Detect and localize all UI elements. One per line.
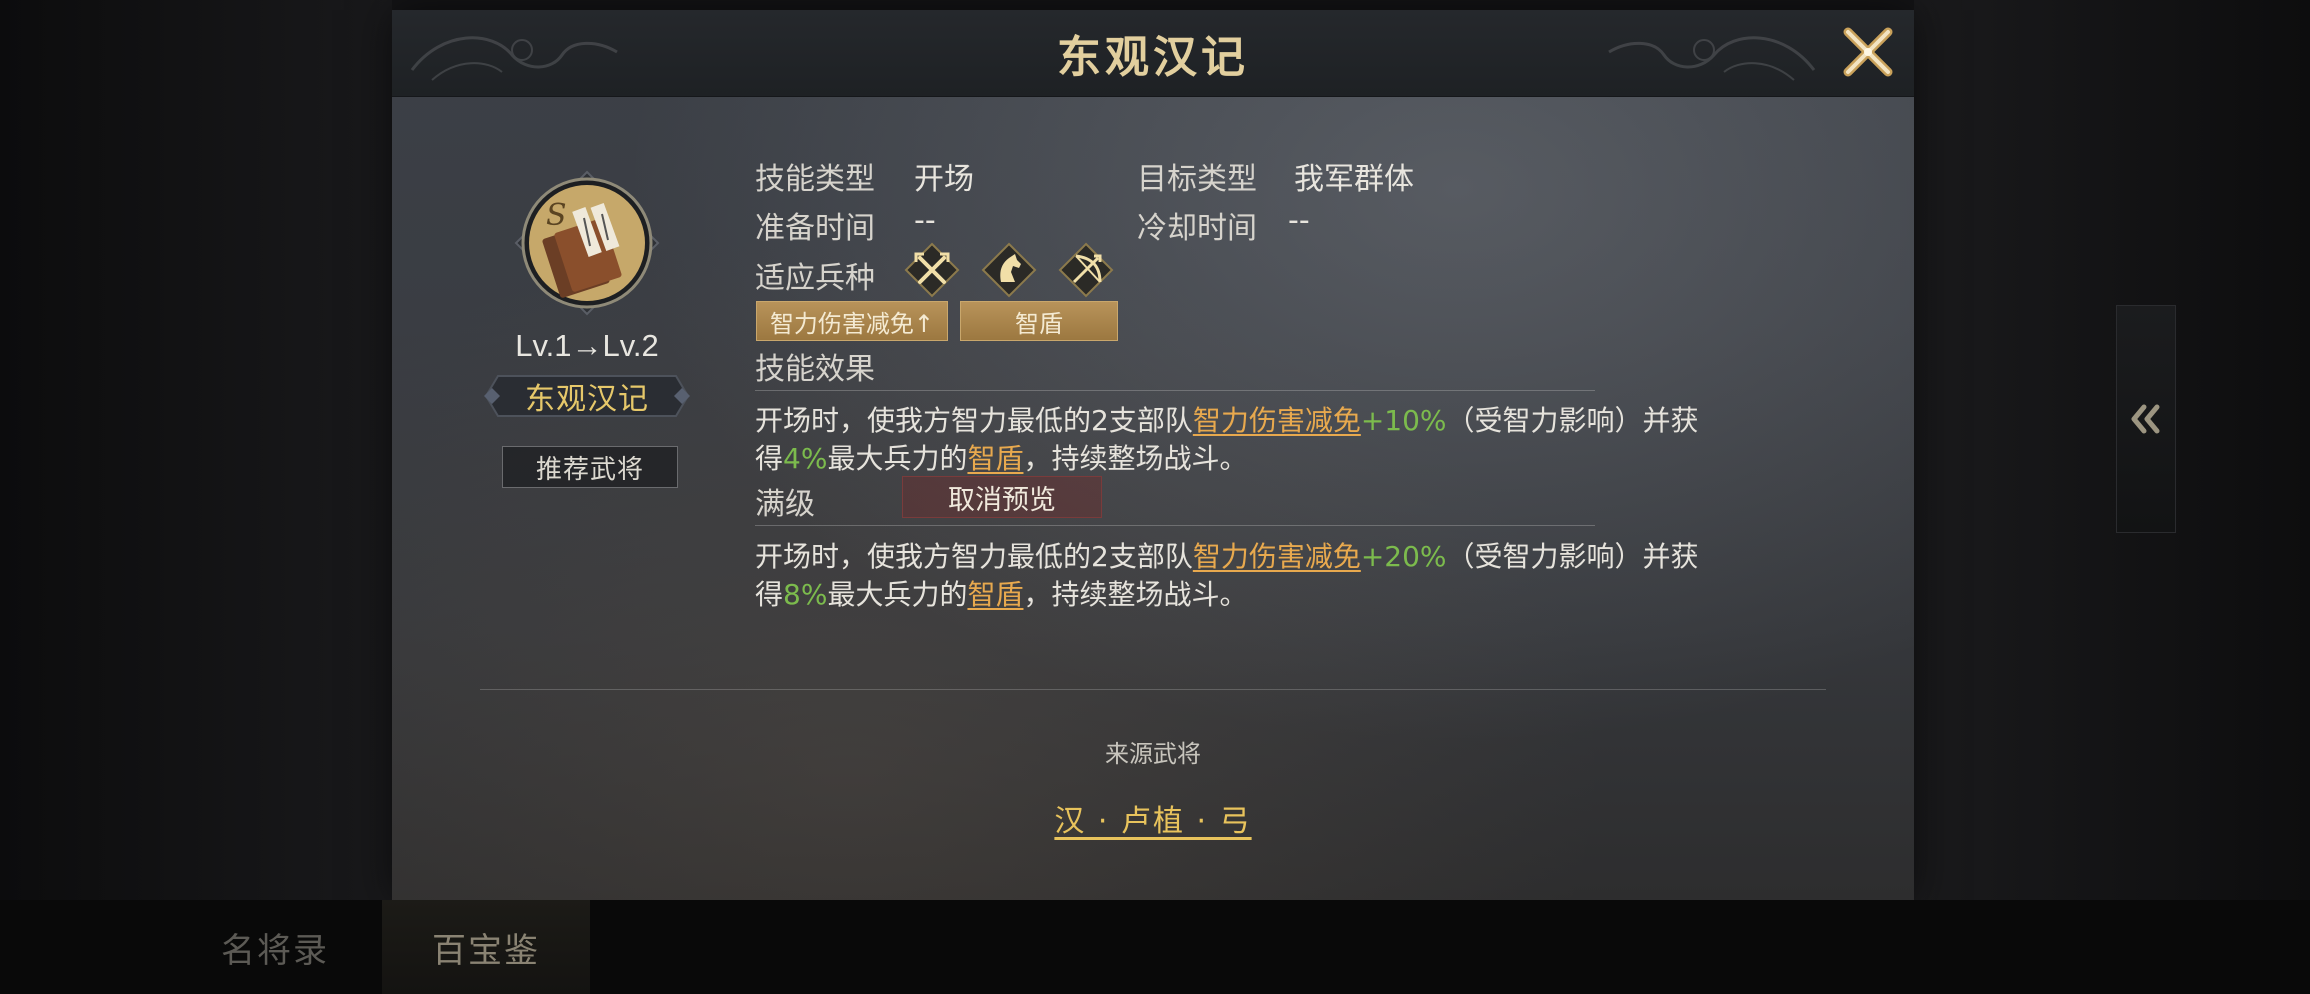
skill-name: 东观汉记 — [525, 382, 649, 417]
effect-value: +20% — [1360, 540, 1447, 573]
spear-icon[interactable] — [904, 242, 960, 298]
troop-type-label: 适应兵种 — [755, 261, 875, 296]
source-general-title: 来源武将 — [1105, 740, 1201, 768]
screen: 东观汉记 S Lv.1→Lv.2 东观汉记 推荐武将 技能类型 开场 目标类型 … — [0, 0, 2310, 994]
skill-name-plate: 东观汉记 — [484, 372, 690, 420]
dialog-header: 东观汉记 — [392, 10, 1914, 97]
skill-level-text: Lv.1→Lv.2 — [515, 328, 659, 363]
effect-max-line-1: 开场时，使我方智力最低的2支部队智力伤害减免+20%（受智力影响）并获 — [755, 535, 1699, 575]
effect-text: 得 — [755, 578, 784, 611]
background-right — [1914, 0, 2310, 900]
keyword-link-int-damage-reduction[interactable]: 智力伤害减免 — [1193, 540, 1361, 573]
skill-effect-title: 技能效果 — [755, 352, 875, 387]
target-type-value: 我军群体 — [1294, 162, 1414, 197]
tab-treasure-catalog[interactable]: 百宝鉴 — [382, 900, 590, 994]
effect-text: 得 — [755, 442, 784, 475]
effect-value: +10% — [1360, 404, 1447, 437]
side-panel-expand-button[interactable] — [2116, 305, 2176, 533]
keyword-link-int-shield[interactable]: 智盾 — [967, 442, 1023, 475]
tag-int-shield[interactable]: 智盾 — [960, 301, 1118, 341]
effect-value: 4% — [783, 442, 828, 475]
effect-text: 开场时，使我方智力最低的2支部队 — [755, 540, 1193, 573]
cooldown-value: -- — [1288, 203, 1310, 238]
skill-grade: S — [546, 198, 567, 233]
effect-current-line-2: 得4%最大兵力的智盾，持续整场战斗。 — [755, 437, 1247, 477]
double-chevron-left-icon — [2131, 404, 2160, 434]
keyword-link-int-shield[interactable]: 智盾 — [967, 578, 1023, 611]
effect-max-line-2: 得8%最大兵力的智盾，持续整场战斗。 — [755, 573, 1247, 613]
archer-icon[interactable] — [1058, 242, 1114, 298]
skill-detail-dialog: 东观汉记 S Lv.1→Lv.2 东观汉记 推荐武将 技能类型 开场 目标类型 … — [392, 10, 1914, 900]
effect-text: ，持续整场战斗。 — [1023, 578, 1248, 611]
background-left — [0, 0, 392, 900]
effect-value: 8% — [783, 578, 828, 611]
prep-time-value: -- — [914, 203, 936, 238]
effect-divider — [755, 390, 1595, 391]
effect-text: （受智力影响）并获 — [1446, 540, 1699, 573]
effect-text: 最大兵力的 — [827, 442, 968, 475]
target-type-label: 目标类型 — [1137, 162, 1257, 197]
scroll-book-icon — [514, 170, 660, 316]
effect-text: 最大兵力的 — [827, 578, 968, 611]
effect-current-line-1: 开场时，使我方智力最低的2支部队智力伤害减免+10%（受智力影响）并获 — [755, 399, 1699, 439]
skill-type-value: 开场 — [914, 162, 974, 197]
dialog-title: 东观汉记 — [1057, 32, 1249, 83]
tab-famous-generals[interactable]: 名将录 — [180, 900, 370, 994]
effect-text: （受智力影响）并获 — [1446, 404, 1699, 437]
source-divider — [480, 689, 1826, 690]
cooldown-label: 冷却时间 — [1137, 211, 1257, 246]
cancel-preview-button[interactable]: 取消预览 — [902, 476, 1102, 518]
close-icon[interactable] — [1840, 24, 1896, 80]
skill-type-label: 技能类型 — [755, 162, 875, 197]
bottom-tab-bar: 名将录 百宝鉴 — [0, 900, 2310, 994]
source-general-link[interactable]: 汉 · 卢植 · 弓 — [1054, 804, 1251, 839]
effect-text: ，持续整场战斗。 — [1023, 442, 1248, 475]
source-general-container: 汉 · 卢植 · 弓 — [392, 796, 1914, 840]
skill-icon: S — [512, 168, 662, 318]
tag-int-damage-reduction[interactable]: 智力伤害减免↑ — [756, 301, 948, 341]
cavalry-icon[interactable] — [981, 242, 1037, 298]
effect-text: 开场时，使我方智力最低的2支部队 — [755, 404, 1193, 437]
keyword-link-int-damage-reduction[interactable]: 智力伤害减免 — [1193, 404, 1361, 437]
recommend-generals-button[interactable]: 推荐武将 — [502, 446, 678, 488]
max-level-label: 满级 — [755, 487, 815, 522]
max-divider — [755, 525, 1595, 526]
prep-time-label: 准备时间 — [755, 211, 875, 246]
